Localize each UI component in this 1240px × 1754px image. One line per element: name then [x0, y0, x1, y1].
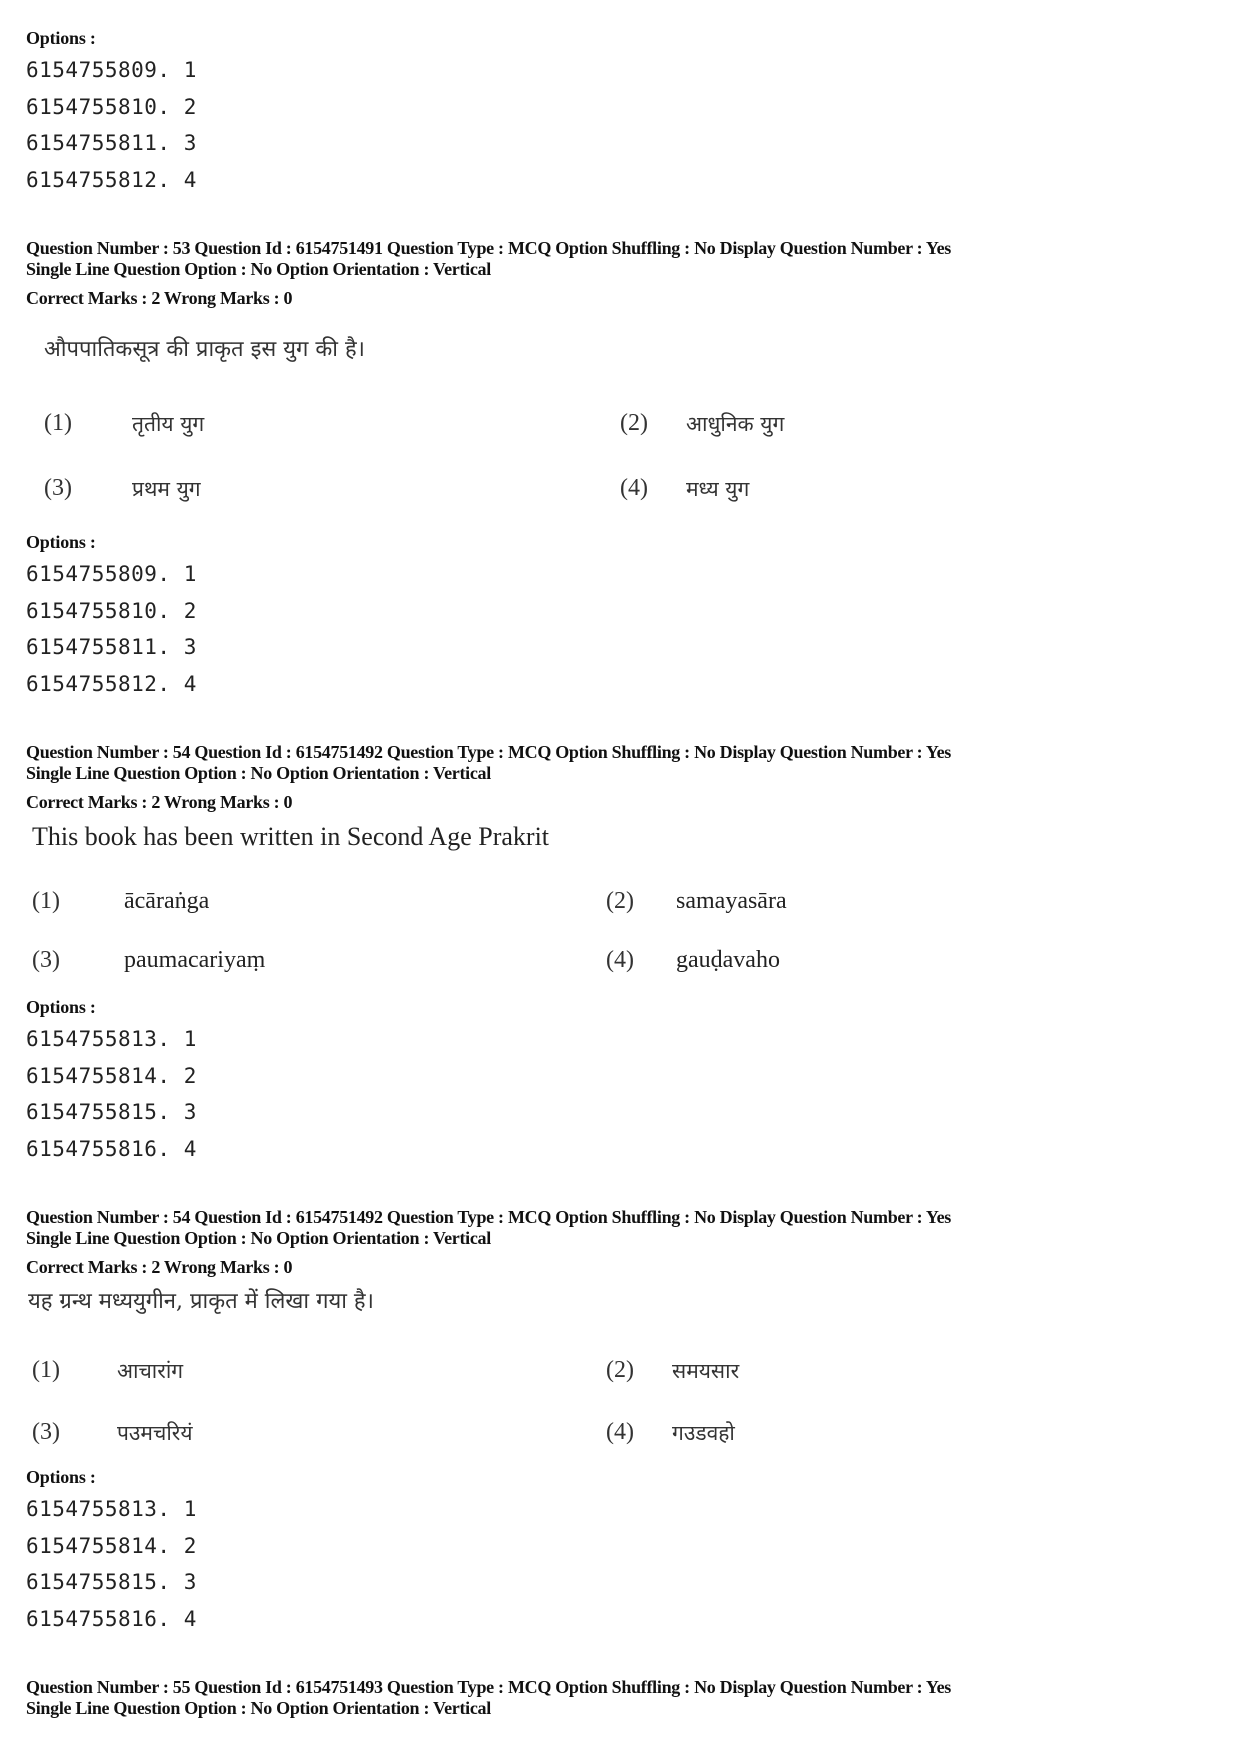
options-label: Options :: [26, 28, 96, 48]
choice-text: आचारांग: [117, 1359, 184, 1383]
choice-text: आधुनिक युग: [686, 412, 785, 436]
question-meta: Question Number : 53 Question Id : 61547…: [26, 238, 952, 258]
option-id: 6154755815. 3: [26, 1570, 197, 1594]
question-meta: Single Line Question Option : No Option …: [26, 259, 491, 279]
choice-number: (4): [606, 947, 634, 973]
choice-text: प्रथम युग: [132, 477, 201, 501]
question-meta: Single Line Question Option : No Option …: [26, 1228, 491, 1248]
choice-text: समयसार: [672, 1359, 740, 1383]
question-meta: Question Number : 55 Question Id : 61547…: [26, 1677, 952, 1697]
question-marks: Correct Marks : 2 Wrong Marks : 0: [26, 792, 293, 812]
question-text: औपपातिकसूत्र की प्राकृत इस युग की है।: [44, 337, 365, 362]
option-id: 6154755810. 2: [26, 599, 197, 623]
choice-number: (1): [32, 888, 60, 914]
choice-text: तृतीय युग: [132, 412, 205, 436]
choice-number: (3): [32, 947, 60, 973]
question-text: This book has been written in Second Age…: [32, 822, 550, 851]
question-marks: Correct Marks : 2 Wrong Marks : 0: [26, 288, 293, 308]
options-label: Options :: [26, 997, 96, 1017]
option-id: 6154755815. 3: [26, 1100, 197, 1124]
option-id: 6154755814. 2: [26, 1534, 197, 1558]
choice-number: (2): [620, 410, 648, 436]
option-id: 6154755814. 2: [26, 1064, 197, 1088]
option-id: 6154755811. 3: [26, 635, 197, 659]
option-id: 6154755812. 4: [26, 168, 197, 192]
option-id: 6154755810. 2: [26, 95, 197, 119]
option-id: 6154755809. 1: [26, 58, 197, 82]
question-meta: Question Number : 54 Question Id : 61547…: [26, 742, 952, 762]
choice-text: gauḍavaho: [676, 947, 780, 973]
option-id: 6154755811. 3: [26, 131, 197, 155]
option-id: 6154755813. 1: [26, 1027, 197, 1051]
options-label: Options :: [26, 532, 96, 552]
choice-number: (1): [32, 1357, 60, 1383]
options-label: Options :: [26, 1467, 96, 1487]
question-meta: Question Number : 54 Question Id : 61547…: [26, 1207, 952, 1227]
choice-number: (3): [44, 475, 72, 501]
option-id: 6154755813. 1: [26, 1497, 197, 1521]
choice-text: मध्य युग: [686, 477, 750, 501]
choice-number: (2): [606, 1357, 634, 1383]
choice-text: गउडवहो: [672, 1421, 735, 1445]
choice-text: ācāraṅga: [124, 888, 210, 914]
choice-number: (4): [606, 1419, 634, 1445]
option-id: 6154755809. 1: [26, 562, 197, 586]
question-meta: Single Line Question Option : No Option …: [26, 1698, 491, 1718]
choice-number: (2): [606, 888, 634, 914]
question-text: यह ग्रन्थ मध्ययुगीन, प्राकृत में लिखा गय…: [28, 1289, 374, 1314]
choice-text: paumacariyaṃ: [124, 947, 266, 973]
option-id: 6154755812. 4: [26, 672, 197, 696]
question-marks: Correct Marks : 2 Wrong Marks : 0: [26, 1257, 293, 1277]
choice-number: (1): [44, 410, 72, 436]
choice-number: (4): [620, 475, 648, 501]
option-id: 6154755816. 4: [26, 1607, 197, 1631]
choice-number: (3): [32, 1419, 60, 1445]
option-id: 6154755816. 4: [26, 1137, 197, 1161]
choice-text: पउमचरियं: [117, 1421, 193, 1445]
question-meta: Single Line Question Option : No Option …: [26, 763, 491, 783]
choice-text: samayasāra: [676, 888, 787, 914]
